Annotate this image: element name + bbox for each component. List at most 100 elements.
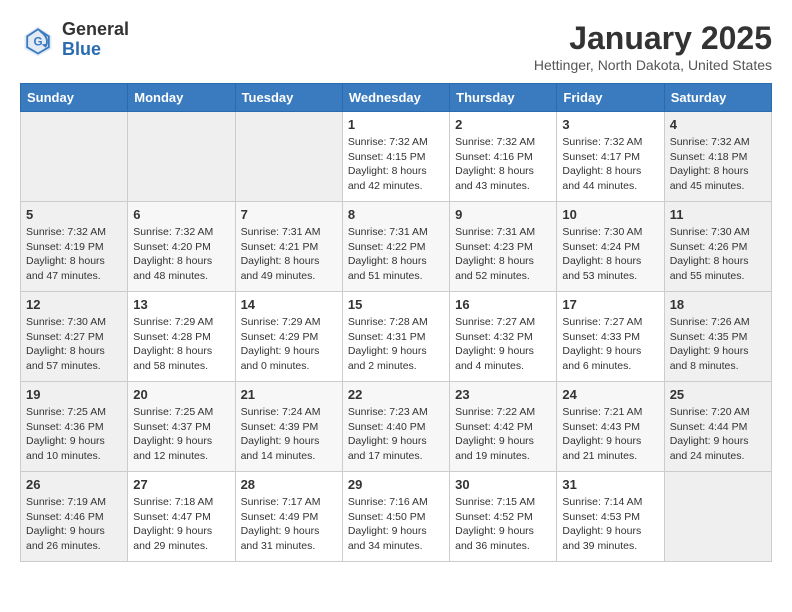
calendar-cell: 5Sunrise: 7:32 AM Sunset: 4:19 PM Daylig… (21, 202, 128, 292)
header-thursday: Thursday (450, 84, 557, 112)
calendar-cell: 15Sunrise: 7:28 AM Sunset: 4:31 PM Dayli… (342, 292, 449, 382)
day-number: 30 (455, 477, 551, 492)
header-wednesday: Wednesday (342, 84, 449, 112)
header-friday: Friday (557, 84, 664, 112)
calendar-cell: 11 Sunrise: 7:30 AM Sunset: 4:26 PM Dayli… (664, 202, 771, 292)
calendar-cell: 18 Sunrise: 7:26 AM Sunset: 4:35 PM Dayli… (664, 292, 771, 382)
day-number: 27 (133, 477, 229, 492)
calendar-cell (128, 112, 235, 202)
page-header: G General Blue January 2025 Hettinger, N… (20, 20, 772, 73)
day-number: 4 (670, 117, 766, 132)
calendar-cell: 4 Sunrise: 7:32 AM Sunset: 4:18 PM Daylig… (664, 112, 771, 202)
day-number: 18 (670, 297, 766, 312)
day-number: 24 (562, 387, 658, 402)
calendar-cell: 25 Sunrise: 7:20 AM Sunset: 4:44 PM Dayli… (664, 382, 771, 472)
month-year: January 2025 (534, 20, 772, 57)
calendar-cell: 31 Sunrise: 7:14 AM Sunset: 4:53 PM Dayli… (557, 472, 664, 562)
header-sunday: Sunday (21, 84, 128, 112)
calendar-cell: 28 Sunrise: 7:17 AM Sunset: 4:49 PM Dayli… (235, 472, 342, 562)
day-number: 20 (133, 387, 229, 402)
day-number: 16 (455, 297, 551, 312)
svg-text:G: G (33, 35, 42, 48)
day-number: 9 (455, 207, 551, 222)
week-row-1: 1Sunrise: 7:32 AM Sunset: 4:15 PM Daylig… (21, 112, 772, 202)
calendar-cell: 30 Sunrise: 7:15 AM Sunset: 4:52 PM Dayli… (450, 472, 557, 562)
calendar-cell: 2Sunrise: 7:32 AM Sunset: 4:16 PM Daylig… (450, 112, 557, 202)
day-info: Sunrise: 7:30 AM Sunset: 4:27 PM Dayligh… (26, 315, 122, 374)
calendar-cell: 20 Sunrise: 7:25 AM Sunset: 4:37 PM Dayli… (128, 382, 235, 472)
calendar-cell: 24 Sunrise: 7:21 AM Sunset: 4:43 PM Dayli… (557, 382, 664, 472)
day-info: Sunrise: 7:15 AM Sunset: 4:52 PM Dayligh… (455, 495, 551, 554)
calendar-cell: 17Sunrise: 7:27 AM Sunset: 4:33 PM Dayli… (557, 292, 664, 382)
calendar-cell (21, 112, 128, 202)
header-tuesday: Tuesday (235, 84, 342, 112)
week-row-5: 26Sunrise: 7:19 AM Sunset: 4:46 PM Dayli… (21, 472, 772, 562)
week-row-2: 5Sunrise: 7:32 AM Sunset: 4:19 PM Daylig… (21, 202, 772, 292)
day-info: Sunrise: 7:29 AM Sunset: 4:28 PM Dayligh… (133, 315, 229, 374)
day-number: 12 (26, 297, 122, 312)
day-info: Sunrise: 7:32 AM Sunset: 4:20 PM Dayligh… (133, 225, 229, 284)
calendar-cell: 19Sunrise: 7:25 AM Sunset: 4:36 PM Dayli… (21, 382, 128, 472)
day-number: 14 (241, 297, 337, 312)
logo-general: General (62, 19, 129, 39)
day-number: 25 (670, 387, 766, 402)
calendar-cell: 3 Sunrise: 7:32 AM Sunset: 4:17 PM Daylig… (557, 112, 664, 202)
calendar-table: SundayMondayTuesdayWednesdayThursdayFrid… (20, 83, 772, 562)
day-info: Sunrise: 7:30 AM Sunset: 4:24 PM Dayligh… (562, 225, 658, 284)
location: Hettinger, North Dakota, United States (534, 57, 772, 73)
day-number: 7 (241, 207, 337, 222)
logo-icon: G (20, 22, 56, 58)
day-info: Sunrise: 7:25 AM Sunset: 4:36 PM Dayligh… (26, 405, 122, 464)
day-info: Sunrise: 7:17 AM Sunset: 4:49 PM Dayligh… (241, 495, 337, 554)
day-info: Sunrise: 7:20 AM Sunset: 4:44 PM Dayligh… (670, 405, 766, 464)
week-row-4: 19Sunrise: 7:25 AM Sunset: 4:36 PM Dayli… (21, 382, 772, 472)
day-number: 28 (241, 477, 337, 492)
day-info: Sunrise: 7:30 AM Sunset: 4:26 PM Dayligh… (670, 225, 766, 284)
day-number: 11 (670, 207, 766, 222)
day-info: Sunrise: 7:32 AM Sunset: 4:15 PM Dayligh… (348, 135, 444, 194)
day-number: 21 (241, 387, 337, 402)
calendar-cell: 7 Sunrise: 7:31 AM Sunset: 4:21 PM Daylig… (235, 202, 342, 292)
logo: G General Blue (20, 20, 129, 60)
day-info: Sunrise: 7:27 AM Sunset: 4:32 PM Dayligh… (455, 315, 551, 374)
day-number: 15 (348, 297, 444, 312)
day-info: Sunrise: 7:31 AM Sunset: 4:22 PM Dayligh… (348, 225, 444, 284)
day-number: 17 (562, 297, 658, 312)
day-info: Sunrise: 7:21 AM Sunset: 4:43 PM Dayligh… (562, 405, 658, 464)
calendar-cell: 26Sunrise: 7:19 AM Sunset: 4:46 PM Dayli… (21, 472, 128, 562)
day-info: Sunrise: 7:22 AM Sunset: 4:42 PM Dayligh… (455, 405, 551, 464)
day-number: 13 (133, 297, 229, 312)
day-number: 8 (348, 207, 444, 222)
calendar-cell: 21 Sunrise: 7:24 AM Sunset: 4:39 PM Dayli… (235, 382, 342, 472)
header-monday: Monday (128, 84, 235, 112)
week-row-3: 12 Sunrise: 7:30 AM Sunset: 4:27 PM Dayli… (21, 292, 772, 382)
day-number: 3 (562, 117, 658, 132)
day-info: Sunrise: 7:31 AM Sunset: 4:21 PM Dayligh… (241, 225, 337, 284)
day-info: Sunrise: 7:23 AM Sunset: 4:40 PM Dayligh… (348, 405, 444, 464)
day-info: Sunrise: 7:24 AM Sunset: 4:39 PM Dayligh… (241, 405, 337, 464)
day-info: Sunrise: 7:19 AM Sunset: 4:46 PM Dayligh… (26, 495, 122, 554)
day-info: Sunrise: 7:32 AM Sunset: 4:18 PM Dayligh… (670, 135, 766, 194)
logo-blue: Blue (62, 39, 101, 59)
header-saturday: Saturday (664, 84, 771, 112)
day-info: Sunrise: 7:16 AM Sunset: 4:50 PM Dayligh… (348, 495, 444, 554)
day-info: Sunrise: 7:31 AM Sunset: 4:23 PM Dayligh… (455, 225, 551, 284)
calendar-cell (235, 112, 342, 202)
calendar-cell: 8 Sunrise: 7:31 AM Sunset: 4:22 PM Daylig… (342, 202, 449, 292)
day-number: 6 (133, 207, 229, 222)
title-block: January 2025 Hettinger, North Dakota, Un… (534, 20, 772, 73)
day-number: 31 (562, 477, 658, 492)
calendar-cell: 22 Sunrise: 7:23 AM Sunset: 4:40 PM Dayli… (342, 382, 449, 472)
calendar-cell: 1Sunrise: 7:32 AM Sunset: 4:15 PM Daylig… (342, 112, 449, 202)
day-number: 2 (455, 117, 551, 132)
calendar-cell: 6 Sunrise: 7:32 AM Sunset: 4:20 PM Daylig… (128, 202, 235, 292)
day-info: Sunrise: 7:25 AM Sunset: 4:37 PM Dayligh… (133, 405, 229, 464)
day-number: 29 (348, 477, 444, 492)
day-number: 5 (26, 207, 122, 222)
day-info: Sunrise: 7:14 AM Sunset: 4:53 PM Dayligh… (562, 495, 658, 554)
day-number: 22 (348, 387, 444, 402)
calendar-cell: 14Sunrise: 7:29 AM Sunset: 4:29 PM Dayli… (235, 292, 342, 382)
calendar-cell: 23Sunrise: 7:22 AM Sunset: 4:42 PM Dayli… (450, 382, 557, 472)
day-info: Sunrise: 7:32 AM Sunset: 4:17 PM Dayligh… (562, 135, 658, 194)
day-info: Sunrise: 7:26 AM Sunset: 4:35 PM Dayligh… (670, 315, 766, 374)
